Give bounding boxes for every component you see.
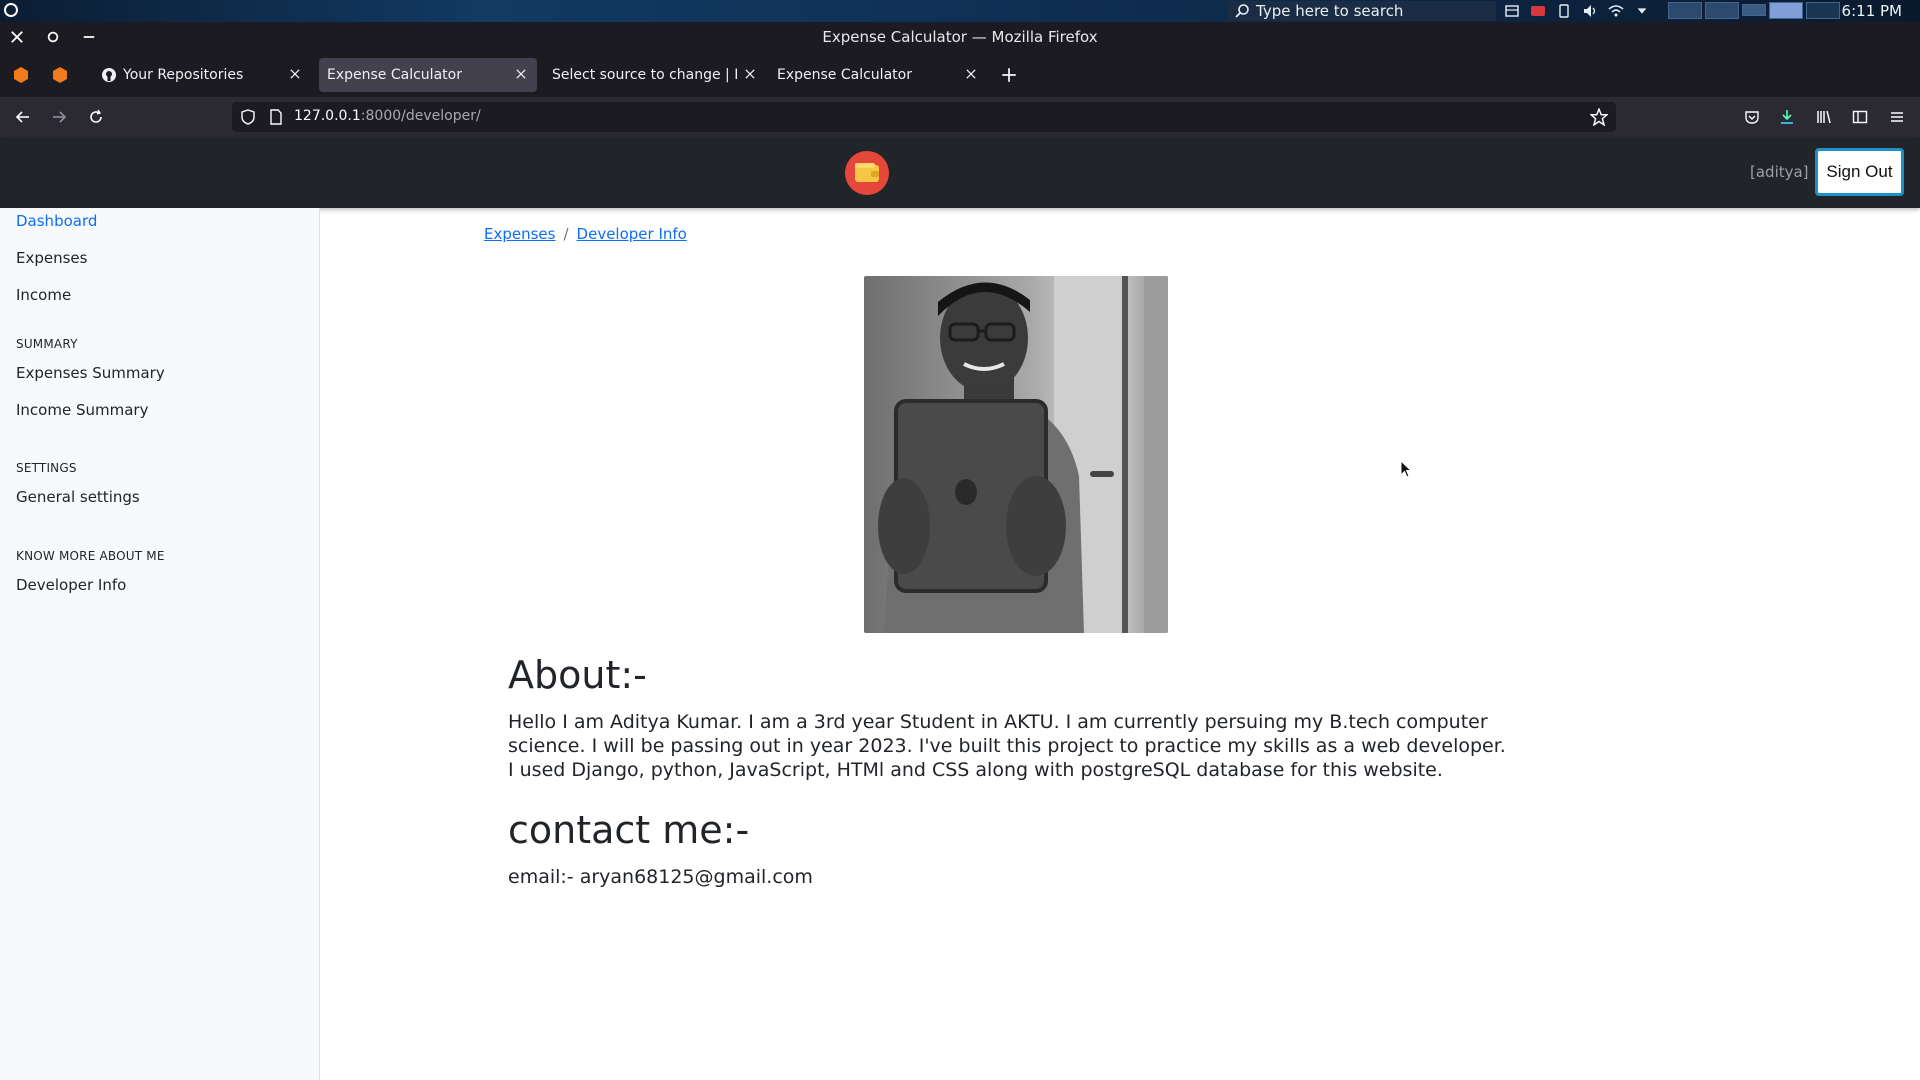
- tab-django-admin[interactable]: Select source to change | Djan: [544, 58, 762, 92]
- sidebar-item-income[interactable]: Income: [16, 286, 71, 304]
- url-host: 127.0.0.1: [294, 108, 361, 124]
- sidebar-heading-summary: SUMMARY: [16, 337, 78, 351]
- contact-email: email:- aryan68125@gmail.com: [508, 866, 813, 888]
- new-tab-icon[interactable]: [1000, 66, 1018, 84]
- close-tab-icon[interactable]: [513, 66, 529, 82]
- about-paragraph: Hello I am Aditya Kumar. I am a 3rd year…: [508, 711, 1506, 781]
- page-info-icon[interactable]: [268, 109, 284, 125]
- sidebar-item-expenses-summary[interactable]: Expenses Summary: [16, 364, 165, 382]
- sidebar-item-dashboard[interactable]: Dashboard: [16, 212, 97, 230]
- os-top-panel: Type here to search 6:11 PM: [0, 0, 1920, 22]
- virtual-desktop-pager: [1668, 2, 1840, 19]
- clipboard-icon[interactable]: [1556, 3, 1572, 19]
- tab-your-repositories[interactable]: Your Repositories: [93, 58, 311, 92]
- updates-icon[interactable]: [1530, 3, 1546, 19]
- url-path: :8000/developer/: [360, 108, 481, 124]
- forward-icon[interactable]: [49, 107, 69, 127]
- back-icon[interactable]: [13, 107, 33, 127]
- breadcrumb-separator: /: [563, 225, 569, 243]
- tab-expense-calculator[interactable]: Expense Calculator: [769, 58, 987, 92]
- search-icon: [1235, 4, 1249, 18]
- app-header: [aditya] Sign Out: [0, 137, 1920, 208]
- close-window-icon[interactable]: [8, 28, 26, 46]
- breadcrumb-developer-info[interactable]: Developer Info: [577, 225, 687, 243]
- developer-photo-image: [864, 276, 1168, 633]
- desktop-4[interactable]: [1769, 2, 1803, 19]
- os-search-placeholder: Type here to search: [1256, 2, 1404, 20]
- mouse-cursor-icon: [1400, 460, 1412, 478]
- navigation-toolbar: 127.0.0.1:8000/developer/: [0, 97, 1920, 137]
- breadcrumb: Expenses / Developer Info: [484, 225, 687, 243]
- window-titlebar: Expense Calculator — Mozilla Firefox: [0, 22, 1920, 53]
- desktop-5[interactable]: [1806, 2, 1840, 19]
- url-text[interactable]: 127.0.0.1:8000/developer/: [294, 108, 481, 124]
- sidebar-item-general-settings[interactable]: General settings: [16, 488, 140, 506]
- url-bar[interactable]: 127.0.0.1:8000/developer/: [232, 102, 1616, 132]
- close-tab-icon[interactable]: [963, 66, 979, 82]
- sidebar-toggle-icon[interactable]: [1850, 107, 1870, 127]
- tab-label: Select source to change | Djan: [552, 67, 737, 83]
- contact-heading: contact me:-: [508, 808, 750, 852]
- desktop-2[interactable]: [1705, 2, 1739, 19]
- maximize-window-icon[interactable]: [44, 28, 62, 46]
- about-heading: About:-: [508, 653, 647, 697]
- clock[interactable]: 6:11 PM: [1842, 2, 1902, 20]
- app-launcher-icon[interactable]: [4, 3, 18, 17]
- breadcrumb-expenses[interactable]: Expenses: [484, 225, 555, 243]
- close-tab-icon[interactable]: [742, 66, 758, 82]
- task-view-icon[interactable]: [1504, 3, 1520, 19]
- tab-label: Expense Calculator: [777, 67, 912, 83]
- wallet-logo-icon[interactable]: [845, 151, 889, 195]
- sidebar-item-income-summary[interactable]: Income Summary: [16, 401, 148, 419]
- os-search-box[interactable]: Type here to search: [1228, 1, 1496, 21]
- minimize-window-icon[interactable]: [80, 28, 98, 46]
- tab-strip: Your Repositories Expense Calculator Sel…: [0, 53, 1920, 97]
- desktop-3[interactable]: [1742, 4, 1766, 16]
- developer-photo: [864, 276, 1168, 633]
- volume-icon[interactable]: [1582, 3, 1598, 19]
- tray-expand-icon[interactable]: [1634, 3, 1650, 19]
- pinned-tab-2-icon[interactable]: [51, 66, 69, 84]
- username-label: [aditya]: [1750, 163, 1809, 181]
- pinned-tab-1-icon[interactable]: [12, 66, 30, 84]
- downloads-icon[interactable]: [1777, 107, 1797, 127]
- pocket-icon[interactable]: [1742, 107, 1762, 127]
- github-icon: [102, 68, 116, 82]
- window-title: Expense Calculator — Mozilla Firefox: [822, 28, 1098, 46]
- sidebar-heading-about: KNOW MORE ABOUT ME: [16, 549, 165, 563]
- hamburger-menu-icon[interactable]: [1887, 107, 1907, 127]
- wifi-icon[interactable]: [1608, 3, 1624, 19]
- tab-label: Your Repositories: [123, 67, 244, 83]
- sidebar-item-developer-info[interactable]: Developer Info: [16, 576, 126, 594]
- library-icon[interactable]: [1814, 107, 1834, 127]
- desktop-1[interactable]: [1668, 2, 1702, 19]
- tab-expense-calculator-active[interactable]: Expense Calculator: [319, 58, 537, 92]
- tracking-protection-shield-icon[interactable]: [240, 109, 256, 125]
- reload-icon[interactable]: [86, 107, 106, 127]
- sign-out-button[interactable]: Sign Out: [1815, 148, 1904, 196]
- bookmark-star-icon[interactable]: [1590, 108, 1608, 126]
- sidebar-item-expenses[interactable]: Expenses: [16, 249, 87, 267]
- sidebar: Dashboard Expenses Income SUMMARY Expens…: [0, 208, 320, 1080]
- close-tab-icon[interactable]: [287, 66, 303, 82]
- system-tray: [1504, 2, 1650, 20]
- sidebar-heading-settings: SETTINGS: [16, 461, 77, 475]
- tab-label: Expense Calculator: [327, 67, 462, 83]
